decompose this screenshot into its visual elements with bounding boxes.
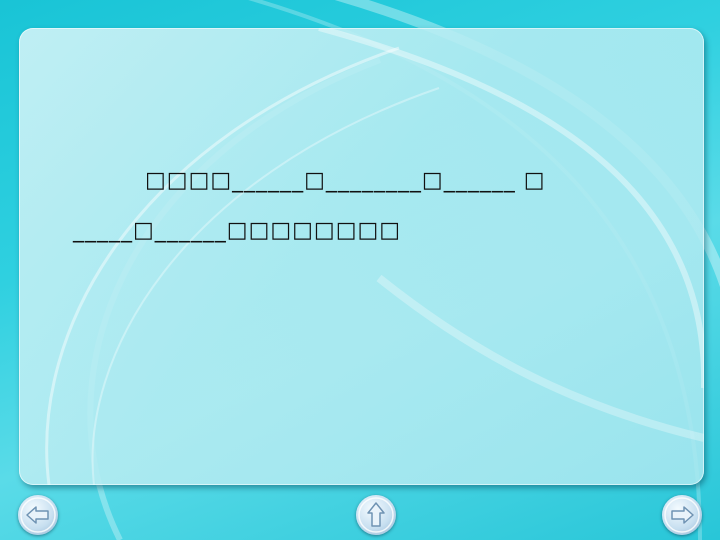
next-button[interactable]	[662, 495, 702, 535]
right-arrow-icon	[664, 497, 700, 533]
content-panel: □□□□______□________□______ □ _____□_____…	[19, 28, 704, 485]
slide-text-line-2: _____□______□□□□□□□□	[73, 218, 402, 243]
up-button[interactable]	[356, 495, 396, 535]
slide-background: □□□□______□________□______ □ _____□_____…	[0, 0, 720, 540]
left-arrow-icon	[20, 497, 56, 533]
slide-text-line-1: □□□□______□________□______ □	[145, 168, 546, 193]
panel-swoosh-decoration	[45, 28, 704, 485]
previous-button[interactable]	[18, 495, 58, 535]
up-arrow-icon	[358, 497, 394, 533]
